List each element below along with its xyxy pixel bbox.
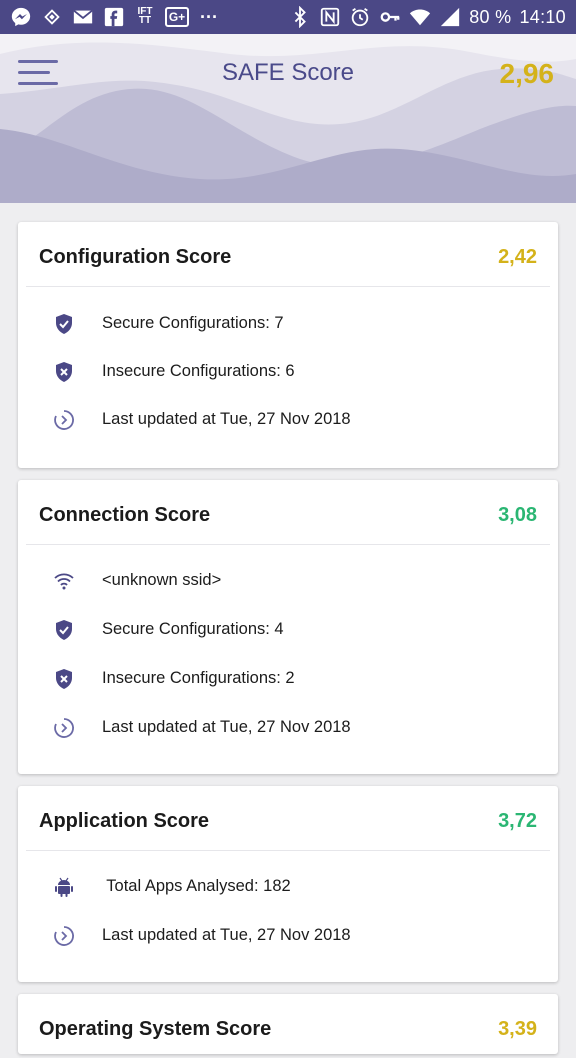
card-score: 2,42 — [498, 246, 537, 268]
android-icon — [52, 875, 76, 899]
list-item: Secure Configurations: 7 — [18, 310, 558, 340]
list-item: <unknown ssid> — [18, 567, 558, 597]
key-icon — [379, 6, 401, 28]
card-title: Connection Score — [39, 504, 211, 526]
clock-refresh-icon — [52, 924, 76, 948]
list-item: Insecure Configurations: 2 — [18, 665, 558, 695]
configuration-score-card[interactable]: Configuration Score 2,42 Secure Configur… — [18, 222, 558, 468]
ifttt-icon: IFT TT — [137, 6, 153, 26]
facebook-icon — [103, 6, 125, 28]
battery-percentage: 80 % — [469, 6, 512, 27]
shield-check-icon — [52, 312, 76, 336]
card-header: Configuration Score 2,42 — [26, 222, 550, 287]
overall-safe-score: 2,96 — [499, 58, 555, 89]
list-item: Secure Configurations: 4 — [18, 616, 558, 646]
network-ssid: <unknown ssid> — [102, 571, 222, 589]
application-score-card[interactable]: Application Score 3,72 Total Apps Analys… — [18, 786, 558, 982]
last-updated: Last updated at Tue, 27 Nov 2018 — [102, 718, 351, 736]
gmail-icon — [72, 6, 94, 28]
notification-icons: IFT TT G+ ··· — [10, 5, 220, 29]
more-notifications-icon: ··· — [200, 6, 218, 27]
wifi-icon — [409, 6, 431, 28]
bluetooth-icon — [289, 6, 311, 28]
clock-refresh-icon — [52, 716, 76, 740]
shield-x-icon — [52, 667, 76, 691]
signal-icon — [439, 6, 461, 28]
wifi-icon — [52, 569, 76, 593]
list-item: Last updated at Tue, 27 Nov 2018 — [18, 406, 558, 436]
operating-system-score-card[interactable]: Operating System Score 3,39 — [18, 994, 558, 1054]
last-updated: Last updated at Tue, 27 Nov 2018 — [102, 926, 351, 944]
card-score: 3,08 — [498, 504, 537, 526]
system-icons: 80 % 14:10 — [289, 6, 566, 28]
list-item: Last updated at Tue, 27 Nov 2018 — [18, 922, 558, 952]
card-header: Operating System Score 3,39 — [26, 994, 550, 1058]
card-header: Connection Score 3,08 — [26, 480, 550, 545]
card-title: Operating System Score — [39, 1018, 272, 1040]
page-title: SAFE Score — [221, 59, 355, 86]
total-apps-analysed: Total Apps Analysed: 182 — [102, 877, 291, 895]
list-item: Last updated at Tue, 27 Nov 2018 — [18, 714, 558, 744]
status-bar: IFT TT G+ ··· 80 % 14:10 — [0, 0, 576, 34]
clock: 14:10 — [519, 6, 566, 27]
last-updated: Last updated at Tue, 27 Nov 2018 — [102, 410, 351, 428]
nfc-icon — [319, 6, 341, 28]
insecure-configurations: Insecure Configurations: 6 — [102, 362, 295, 380]
card-score: 3,72 — [498, 810, 537, 832]
card-score: 3,39 — [498, 1018, 537, 1040]
alarm-icon — [349, 6, 371, 28]
google-plus-icon: G+ — [165, 7, 189, 27]
secure-configurations: Secure Configurations: 7 — [102, 314, 284, 332]
app-header: SAFE Score 2,96 — [0, 34, 576, 203]
secure-configurations: Secure Configurations: 4 — [102, 620, 284, 638]
insecure-configurations: Insecure Configurations: 2 — [102, 669, 295, 687]
list-item: Total Apps Analysed: 182 — [18, 873, 558, 903]
connection-score-card[interactable]: Connection Score 3,08 <unknown ssid> Sec… — [18, 480, 558, 774]
card-title: Application Score — [39, 810, 210, 832]
card-header: Application Score 3,72 — [26, 786, 550, 851]
sync-icon — [41, 6, 63, 28]
shield-x-icon — [52, 360, 76, 384]
messenger-icon — [10, 6, 32, 28]
clock-refresh-icon — [52, 408, 76, 432]
list-item: Insecure Configurations: 6 — [18, 358, 558, 388]
card-title: Configuration Score — [39, 246, 232, 268]
shield-check-icon — [52, 618, 76, 642]
